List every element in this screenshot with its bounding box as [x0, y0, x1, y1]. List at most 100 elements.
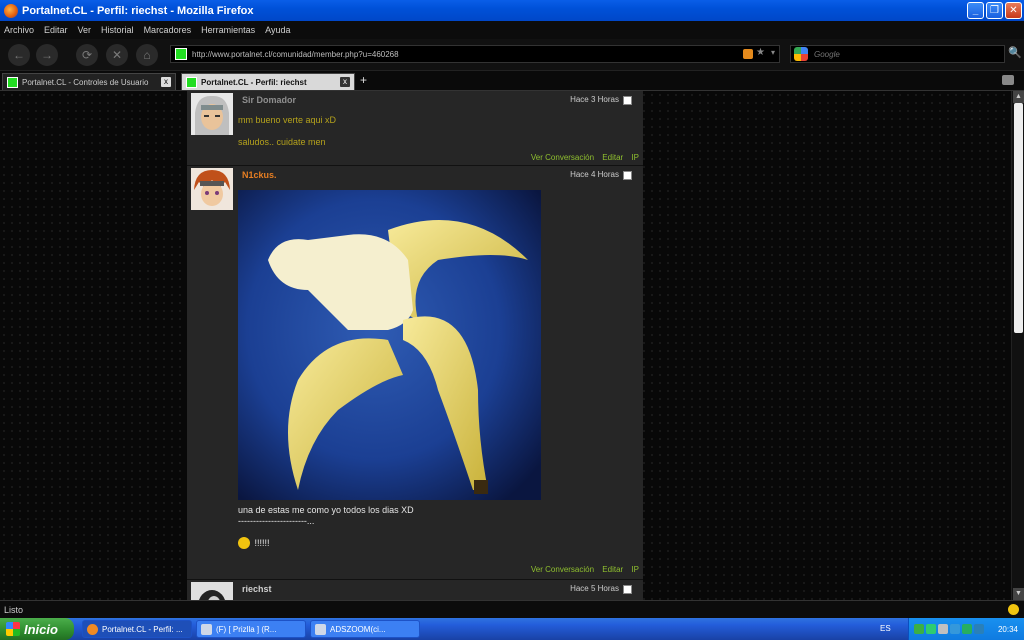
- ver-conversacion-link[interactable]: Ver Conversación: [531, 153, 594, 162]
- tab-label: Portalnet.CL - Controles de Usuario: [22, 77, 149, 87]
- page-viewport: Sir Domador Hace 3 Horas mm bueno verte …: [0, 91, 1011, 600]
- editar-link[interactable]: Editar: [602, 565, 623, 574]
- comment-author[interactable]: Sir Domador: [242, 95, 296, 105]
- avatar[interactable]: [191, 582, 233, 600]
- task-label: ADSZOOM(ci...: [330, 624, 386, 634]
- editar-link[interactable]: Editar: [602, 153, 623, 162]
- menu-archivo[interactable]: Archivo: [4, 25, 34, 35]
- tab-list-icon[interactable]: [1002, 75, 1014, 85]
- firefox-icon: [4, 3, 18, 18]
- comment-author[interactable]: riechst: [242, 584, 272, 594]
- tab-perfil-riechst[interactable]: Portalnet.CL - Perfil: riechst x: [181, 73, 355, 90]
- tray-messenger-icon[interactable]: [926, 624, 936, 634]
- tray-hd-icon[interactable]: [974, 624, 984, 634]
- comment-actions: Ver Conversación Editar IP: [525, 153, 639, 162]
- windows-flag-icon: [6, 622, 20, 636]
- start-label: Inicio: [24, 621, 58, 637]
- system-tray: 20:34: [908, 618, 1024, 640]
- banana-image: [238, 190, 541, 500]
- avatar[interactable]: [191, 93, 233, 135]
- clock: 20:34: [997, 624, 1018, 634]
- rss-feed-icon[interactable]: [743, 49, 753, 59]
- forward-button[interactable]: →: [36, 44, 58, 66]
- comment-checkbox[interactable]: [623, 96, 632, 105]
- tray-volume-icon[interactable]: [938, 624, 948, 634]
- comment-text: mm bueno verte aqui xD: [238, 115, 337, 125]
- url-dropdown-icon[interactable]: ▾: [771, 48, 775, 57]
- comment-item: N1ckus. Hace 4 Horas una de estas me com…: [187, 166, 643, 580]
- maximize-button[interactable]: ❐: [986, 2, 1003, 19]
- menu-herramientas[interactable]: Herramientas: [201, 25, 255, 35]
- comment-actions: Ver Conversación Editar IP: [525, 565, 639, 574]
- tab-favicon-icon: [186, 76, 197, 88]
- ip-link[interactable]: IP: [631, 153, 639, 162]
- surprised-emoticon-icon: [238, 537, 250, 549]
- navigation-toolbar: ← → ⟳ ✕ ⌂ http://www.portalnet.cl/comuni…: [0, 39, 1024, 71]
- messenger-icon: [315, 623, 326, 635]
- minimize-button[interactable]: _: [967, 2, 984, 19]
- tab-strip: Portalnet.CL - Controles de Usuario x Po…: [0, 71, 1024, 91]
- avatar[interactable]: [191, 168, 233, 210]
- search-go-icon[interactable]: 🔍: [1008, 46, 1022, 59]
- comment-text: -----------------------...: [238, 516, 315, 526]
- menu-editar[interactable]: Editar: [44, 25, 68, 35]
- comment-time: Hace 3 Horas: [570, 95, 619, 104]
- tab-favicon-icon: [7, 76, 18, 88]
- ip-link[interactable]: IP: [631, 565, 639, 574]
- taskbar-item-firefox[interactable]: Portalnet.CL - Perfil: ...: [82, 620, 192, 638]
- site-favicon-icon: [175, 48, 187, 60]
- back-button[interactable]: ←: [8, 44, 30, 66]
- comment-item: riechst Hace 5 Horas: [187, 580, 643, 600]
- status-bar: Listo: [0, 600, 1024, 618]
- search-input[interactable]: [814, 49, 994, 59]
- new-tab-button[interactable]: +: [360, 73, 367, 87]
- comments-column: Sir Domador Hace 3 Horas mm bueno verte …: [187, 91, 643, 600]
- bookmark-star-icon[interactable]: ★: [756, 47, 765, 58]
- tab-controles-de-usuario[interactable]: Portalnet.CL - Controles de Usuario x: [2, 73, 176, 90]
- language-indicator[interactable]: ES: [880, 624, 891, 633]
- tray-security-icon[interactable]: [950, 624, 960, 634]
- firefox-icon: [87, 623, 98, 635]
- smiley-addon-icon[interactable]: [1008, 604, 1019, 615]
- menu-marcadores[interactable]: Marcadores: [144, 25, 192, 35]
- scroll-down-icon[interactable]: ▼: [1013, 588, 1024, 600]
- ver-conversacion-link[interactable]: Ver Conversación: [531, 565, 594, 574]
- google-engine-icon[interactable]: [794, 47, 808, 61]
- tray-app-icon[interactable]: [962, 624, 972, 634]
- menu-bar: Archivo Editar Ver Historial Marcadores …: [0, 21, 1024, 39]
- comment-author[interactable]: N1ckus.: [242, 170, 277, 180]
- comment-time: Hace 4 Horas: [570, 170, 619, 179]
- comment-item: Sir Domador Hace 3 Horas mm bueno verte …: [187, 91, 643, 166]
- taskbar-item-adszoom[interactable]: ADSZOOM(ci...: [310, 620, 420, 638]
- windows-taskbar: Inicio Portalnet.CL - Perfil: ... (F) [ …: [0, 618, 1024, 640]
- url-text[interactable]: http://www.portalnet.cl/comunidad/member…: [192, 50, 399, 59]
- menu-ver[interactable]: Ver: [78, 25, 92, 35]
- reload-button[interactable]: ⟳: [76, 44, 98, 66]
- vertical-scrollbar[interactable]: ▲ ▼: [1011, 91, 1024, 600]
- tab-close-icon[interactable]: x: [340, 77, 350, 87]
- comment-checkbox[interactable]: [623, 171, 632, 180]
- comment-text: !!!!!!: [252, 538, 270, 548]
- firefox-window: Portalnet.CL - Perfil: riechst - Mozilla…: [0, 0, 1024, 640]
- task-label: Portalnet.CL - Perfil: ...: [102, 624, 183, 634]
- comment-checkbox[interactable]: [623, 585, 632, 594]
- search-bar[interactable]: [790, 45, 1005, 63]
- scroll-thumb[interactable]: [1014, 103, 1023, 333]
- stop-button[interactable]: ✕: [106, 44, 128, 66]
- tray-network-icon[interactable]: [914, 624, 924, 634]
- start-button[interactable]: Inicio: [0, 618, 74, 640]
- home-button[interactable]: ⌂: [136, 44, 158, 66]
- menu-ayuda[interactable]: Ayuda: [265, 25, 290, 35]
- tab-close-icon[interactable]: x: [161, 77, 171, 87]
- menu-historial[interactable]: Historial: [101, 25, 134, 35]
- comment-time: Hace 5 Horas: [570, 584, 619, 593]
- url-bar[interactable]: http://www.portalnet.cl/comunidad/member…: [170, 45, 780, 63]
- task-label: (F) [ Prizlla ] (R...: [216, 624, 277, 634]
- tab-label: Portalnet.CL - Perfil: riechst: [201, 77, 307, 87]
- comment-text: una de estas me como yo todos los dias X…: [238, 505, 414, 515]
- window-title: Portalnet.CL - Perfil: riechst - Mozilla…: [22, 4, 254, 17]
- close-button[interactable]: ✕: [1005, 2, 1022, 19]
- title-bar: Portalnet.CL - Perfil: riechst - Mozilla…: [0, 0, 1024, 21]
- scroll-up-icon[interactable]: ▲: [1013, 91, 1024, 103]
- taskbar-item-messenger[interactable]: (F) [ Prizlla ] (R...: [196, 620, 306, 638]
